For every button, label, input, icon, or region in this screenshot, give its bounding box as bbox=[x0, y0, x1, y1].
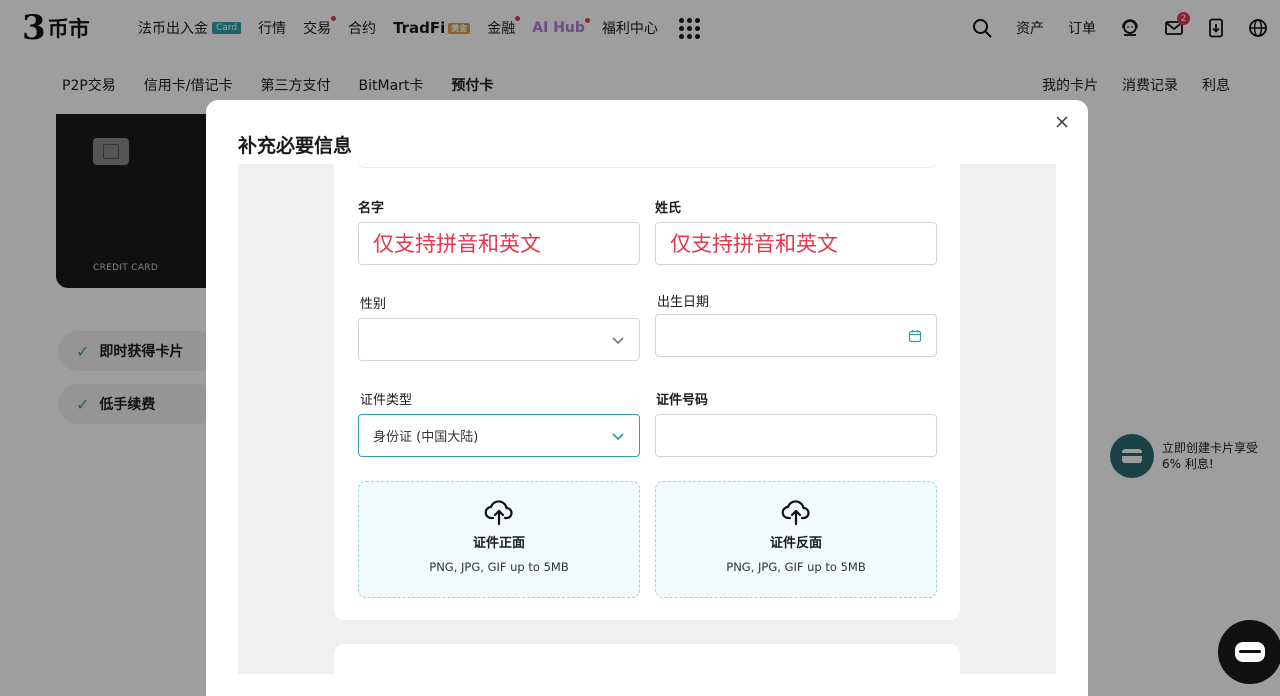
first-name-input[interactable] bbox=[373, 231, 625, 256]
close-icon[interactable] bbox=[1052, 112, 1072, 132]
id-type-value: 身份证 (中国大陆) bbox=[373, 430, 479, 445]
chat-icon bbox=[1235, 642, 1265, 662]
upload-back-hint: PNG, JPG, GIF up to 5MB bbox=[726, 560, 866, 574]
upload-front-title: 证件正面 bbox=[472, 536, 525, 551]
id-number-input[interactable] bbox=[670, 428, 922, 443]
first-name-label: 名字 bbox=[358, 201, 385, 216]
calendar-icon bbox=[908, 330, 922, 343]
next-form-card bbox=[334, 644, 960, 674]
id-type-select[interactable]: 身份证 (中国大陆) bbox=[358, 414, 640, 457]
cloud-upload-icon bbox=[484, 500, 513, 526]
first-name-field[interactable] bbox=[358, 222, 640, 265]
cloud-upload-icon bbox=[781, 500, 810, 526]
birth-date-picker[interactable] bbox=[655, 314, 937, 357]
modal-scroll-area[interactable]: 名字 姓氏 性别 出生日期 证件类型 bbox=[238, 164, 1056, 674]
last-name-field[interactable] bbox=[655, 222, 937, 265]
gender-select[interactable] bbox=[358, 318, 640, 361]
id-number-field[interactable] bbox=[655, 414, 937, 457]
chevron-down-icon bbox=[612, 433, 624, 441]
gender-label: 性别 bbox=[360, 297, 387, 312]
upload-id-front[interactable]: 证件正面 PNG, JPG, GIF up to 5MB bbox=[358, 481, 640, 598]
id-number-label: 证件号码 bbox=[656, 393, 709, 408]
chat-support-button[interactable] bbox=[1218, 620, 1280, 684]
identity-form-card: 名字 姓氏 性别 出生日期 证件类型 bbox=[334, 164, 960, 620]
last-name-label: 姓氏 bbox=[655, 201, 682, 216]
id-type-label: 证件类型 bbox=[360, 393, 413, 408]
chevron-down-icon bbox=[612, 337, 624, 345]
supplement-info-modal: 补充必要信息 名字 姓氏 性别 出生日期 bbox=[206, 100, 1088, 696]
upload-front-hint: PNG, JPG, GIF up to 5MB bbox=[429, 560, 569, 574]
upload-id-back[interactable]: 证件反面 PNG, JPG, GIF up to 5MB bbox=[655, 481, 937, 598]
birth-date-label: 出生日期 bbox=[657, 295, 710, 310]
last-name-input[interactable] bbox=[670, 231, 922, 256]
upload-back-title: 证件反面 bbox=[769, 536, 822, 551]
modal-title: 补充必要信息 bbox=[238, 135, 353, 157]
previous-field-edge bbox=[358, 164, 936, 168]
